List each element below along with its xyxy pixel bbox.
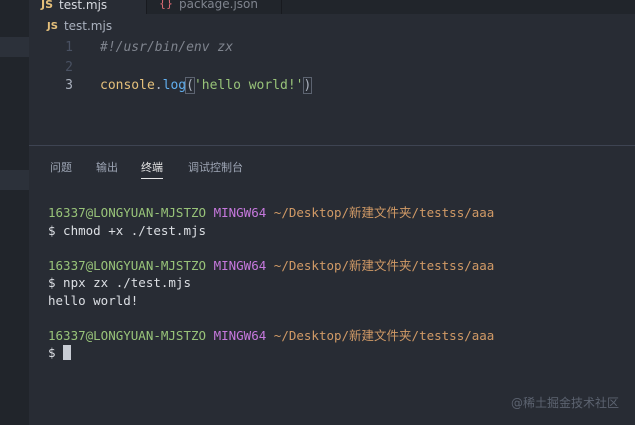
- terminal-line: 16337@LONGYUAN-MJSTZO MINGW64 ~/Desktop/…: [48, 328, 494, 343]
- tab-package-json[interactable]: {} package.json: [147, 0, 282, 14]
- prompt-path: ~/Desktop/新建文件夹/testss/aaa: [273, 257, 495, 273]
- prompt-user: 16337@LONGYUAN-MJSTZO: [48, 205, 207, 220]
- tab-debug-console[interactable]: 调试控制台: [188, 159, 243, 179]
- prompt-host: MINGW64: [213, 205, 267, 220]
- tab-label: package.json: [179, 0, 259, 11]
- explorer-row-highlight[interactable]: [0, 37, 29, 57]
- terminal-line: 16337@LONGYUAN-MJSTZO MINGW64 ~/Desktop/…: [48, 205, 494, 220]
- shebang-comment: #!/usr/bin/env zx: [100, 40, 234, 55]
- prompt-host: MINGW64: [213, 257, 267, 273]
- terminal-command: $ chmod +x ./test.mjs: [48, 222, 207, 238]
- prompt-user: 16337@LONGYUAN-MJSTZO: [48, 257, 207, 273]
- line-number: 2: [65, 60, 73, 75]
- terminal-output[interactable]: 16337@LONGYUAN-MJSTZO MINGW64 ~/Desktop/…: [48, 204, 494, 362]
- panel-tabs: 问题 输出 终端 调试控制台: [29, 146, 635, 182]
- explorer-row-highlight[interactable]: [0, 170, 29, 190]
- js-file-icon: JS: [41, 0, 54, 11]
- line-number: 3: [65, 78, 73, 93]
- code-line[interactable]: 1 #!/usr/bin/env zx: [29, 38, 635, 58]
- prompt-path: ~/Desktop/新建文件夹/testss/aaa: [273, 205, 495, 220]
- terminal-line: 16337@LONGYUAN-MJSTZO MINGW64 ~/Desktop/…: [48, 258, 494, 273]
- tab-problems[interactable]: 问题: [50, 159, 72, 179]
- tab-test-mjs[interactable]: JS test.mjs: [29, 0, 146, 14]
- code-line-current[interactable]: 3 console.log('hello world!'): [29, 76, 635, 96]
- token-string: 'hello world!': [193, 78, 304, 93]
- breadcrumb-file[interactable]: test.mjs: [64, 19, 112, 33]
- terminal-cursor: [63, 345, 72, 360]
- code-line[interactable]: 2: [29, 58, 635, 78]
- js-file-icon: JS: [47, 20, 58, 32]
- terminal-command: $ npx zx ./test.mjs: [48, 275, 191, 290]
- line-number: 1: [65, 40, 73, 55]
- prompt-user: 16337@LONGYUAN-MJSTZO: [48, 327, 207, 343]
- bottom-panel: 问题 输出 终端 调试控制台 16337@LONGYUAN-MJSTZO MIN…: [29, 146, 635, 425]
- token-paren-open: (: [185, 77, 195, 94]
- editor-tab-bar: JS test.mjs {} package.json: [29, 0, 635, 14]
- prompt-path: ~/Desktop/新建文件夹/testss/aaa: [273, 327, 495, 343]
- token-paren-close: ): [302, 77, 313, 94]
- code-text: console.log('hello world!'): [100, 76, 313, 96]
- breadcrumb[interactable]: JS test.mjs: [47, 18, 112, 34]
- token-object: console: [100, 78, 155, 93]
- watermark: @稀土掘金技术社区: [510, 396, 619, 410]
- tab-output[interactable]: 输出: [96, 159, 118, 179]
- tab-label: test.mjs: [59, 0, 108, 12]
- explorer-strip: [0, 0, 29, 425]
- json-file-icon: {}: [159, 0, 173, 10]
- code-editor[interactable]: JS test.mjs 1 #!/usr/bin/env zx 2 3 cons…: [29, 14, 635, 145]
- token-function: log: [162, 78, 187, 93]
- tab-terminal[interactable]: 终端: [141, 159, 163, 179]
- terminal-command: $: [48, 345, 64, 360]
- terminal-output-text: hello world!: [48, 292, 139, 308]
- token-dot: .: [154, 78, 163, 93]
- prompt-host: MINGW64: [213, 327, 267, 343]
